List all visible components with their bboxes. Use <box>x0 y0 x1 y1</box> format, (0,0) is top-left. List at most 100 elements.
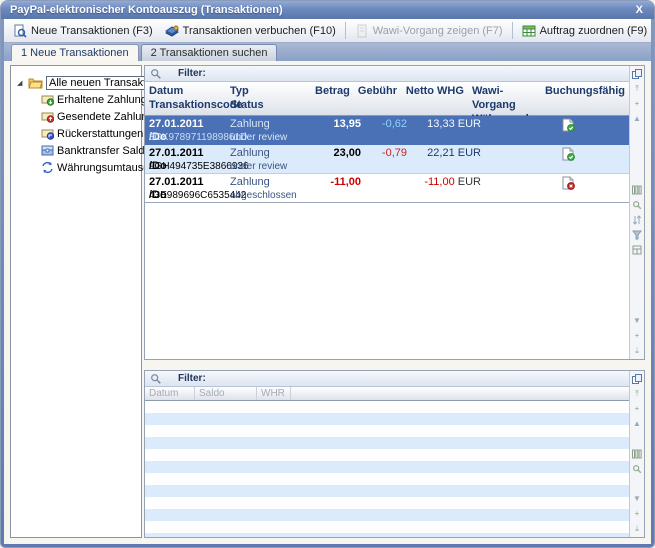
post-transactions-button[interactable]: Transaktionen verbuchen (F10) <box>159 21 342 41</box>
transaction-currency: EUR <box>458 118 481 130</box>
assign-order-button[interactable]: Auftrag zuordnen (F9) <box>516 21 651 41</box>
transaction-wawi <box>485 174 558 202</box>
export-icon[interactable] <box>632 244 643 255</box>
category-tree-panel: ◢ Alle neuen Transaktionen Erhaltene Zah… <box>10 65 142 538</box>
transaction-fee: -0,79 <box>365 145 411 173</box>
balance-empty-rows <box>145 401 629 537</box>
transaction-row-2[interactable]: 27.01.2011 /Do 9GH494735E3866936 Zahlung… <box>145 145 629 174</box>
transaction-date: 27.01.2011 /Do <box>149 176 222 189</box>
currency-exchange-icon <box>41 161 54 174</box>
close-button[interactable]: X <box>634 4 645 16</box>
toolbar-separator <box>512 22 513 39</box>
col-header-wawi-vorgang[interactable]: Wawi-VorgangWährungskurs <box>468 82 541 115</box>
transaction-wawi <box>485 116 558 145</box>
transaction-amount: -11,00 <box>311 174 365 202</box>
transaction-bookable <box>558 174 629 202</box>
banktransfer-balance-icon <box>41 144 54 157</box>
tree-item-currency-exchange[interactable]: Währungsumtausch <box>11 159 141 176</box>
transaction-row-1[interactable]: 27.01.2011 /Do 8CK9789711989861D Zahlung… <box>145 116 629 145</box>
scroll-bottom-icon[interactable]: ⤓ <box>632 345 643 356</box>
scroll-top-icon[interactable]: ⤒ <box>632 83 643 94</box>
bookable-yes-icon <box>562 147 575 161</box>
transaction-net: 22,21 <box>427 147 455 159</box>
tree-item-refunds[interactable]: Rückerstattungen <box>11 125 141 142</box>
transaction-type: Zahlung <box>230 147 307 160</box>
col-header-betrag[interactable]: Betrag <box>304 82 354 115</box>
filter-label: Filter: <box>178 373 206 384</box>
grid-side-toolbar: ⤒ + ▲ ▼ + ⤓ <box>630 371 644 537</box>
transactions-header-row[interactable]: DatumTransaktionscode TypStatus Betrag G… <box>145 82 629 116</box>
bookable-no-icon <box>562 176 575 190</box>
window-title: PayPal-elektronischer Kontoauszug (Trans… <box>10 4 283 16</box>
col-header-filler <box>291 387 629 400</box>
append-row-icon[interactable]: + <box>632 508 643 519</box>
transaction-amount: 23,00 <box>311 145 365 173</box>
col-header-whr[interactable]: WHR <box>257 387 291 400</box>
col-header-buchungsfaehig[interactable]: Buchungsfähig <box>541 82 629 115</box>
filter-funnel-icon[interactable] <box>632 229 643 240</box>
tab-new-transactions-label: 1 Neue Transaktionen <box>21 47 129 59</box>
search-icon[interactable] <box>632 199 643 210</box>
scroll-down-icon[interactable]: ▼ <box>632 493 643 504</box>
balance-filter-row[interactable]: Filter: <box>145 371 629 387</box>
transactions-grid: Filter: DatumTransaktionscode TypStatus … <box>144 65 645 360</box>
assign-order-icon <box>522 24 536 38</box>
tab-strip: 1 Neue Transaktionen 2 Transaktionen suc… <box>4 43 651 61</box>
col-header-typ[interactable]: TypStatus <box>226 82 304 115</box>
transaction-net: 13,33 <box>427 118 455 130</box>
scroll-down-icon[interactable]: ▼ <box>632 315 643 326</box>
scroll-up-icon[interactable]: ▲ <box>632 113 643 124</box>
app-window: PayPal-elektronischer Kontoauszug (Trans… <box>1 1 654 547</box>
transaction-status: under review <box>230 160 307 173</box>
show-erp-process-button: Wawi-Vorgang zeigen (F7) <box>349 21 509 41</box>
content-area: ◢ Alle neuen Transaktionen Erhaltene Zah… <box>4 61 651 544</box>
filter-search-icon <box>150 373 162 385</box>
card-view-icon[interactable] <box>632 184 643 195</box>
add-row-icon[interactable]: + <box>632 98 643 109</box>
scroll-top-icon[interactable]: ⤒ <box>632 388 643 399</box>
column-chooser-icon[interactable] <box>632 68 643 79</box>
transaction-row-3[interactable]: 27.01.2011 /Do 43E989696C6535442 Zahlung… <box>145 174 629 203</box>
window-frame: Neue Transaktionen (F3) Transaktionen ve… <box>4 19 651 544</box>
title-bar[interactable]: PayPal-elektronischer Kontoauszug (Trans… <box>1 1 654 19</box>
tree-item-label: Banktransfer Saldo <box>57 145 151 157</box>
transaction-date: 27.01.2011 /Do <box>149 118 222 131</box>
refunds-icon <box>41 127 54 140</box>
tab-new-transactions[interactable]: 1 Neue Transaktionen <box>11 44 139 61</box>
col-header-datum[interactable]: Datum <box>145 387 195 400</box>
balance-header-row[interactable]: Datum Saldo WHR <box>145 387 629 401</box>
transaction-date: 27.01.2011 /Do <box>149 147 222 160</box>
scroll-bottom-icon[interactable]: ⤓ <box>632 523 643 534</box>
col-header-datum[interactable]: DatumTransaktionscode <box>145 82 226 115</box>
filter-search-icon <box>150 68 162 80</box>
column-chooser-icon[interactable] <box>632 373 643 384</box>
col-header-gebuehr[interactable]: Gebühr <box>354 82 400 115</box>
transaction-type: Zahlung <box>230 176 307 189</box>
card-view-icon[interactable] <box>632 448 643 459</box>
transactions-filter-row[interactable]: Filter: <box>145 66 629 82</box>
post-transactions-icon <box>165 24 179 38</box>
filter-label: Filter: <box>178 68 206 79</box>
transaction-code: 43E989696C6535442 <box>149 189 222 202</box>
tree-item-sent-payments[interactable]: Gesendete Zahlungen <box>11 108 141 125</box>
col-header-netto-whg[interactable]: Netto WHG <box>400 82 468 115</box>
sort-icon[interactable] <box>632 214 643 225</box>
received-payments-icon <box>41 93 54 106</box>
tree-item-banktransfer-balance[interactable]: Banktransfer Saldo <box>11 142 141 159</box>
tree-item-label: Rückerstattungen <box>57 128 143 140</box>
tree-expander-icon[interactable]: ◢ <box>17 79 25 87</box>
transaction-fee <box>365 174 411 202</box>
sent-payments-icon <box>41 110 54 123</box>
add-row-icon[interactable]: + <box>632 403 643 414</box>
append-row-icon[interactable]: + <box>632 330 643 341</box>
tree-item-all-new-transactions[interactable]: ◢ Alle neuen Transaktionen <box>11 74 141 91</box>
grid-empty-area <box>145 203 629 359</box>
search-icon[interactable] <box>632 463 643 474</box>
scroll-up-icon[interactable]: ▲ <box>632 418 643 429</box>
col-header-saldo[interactable]: Saldo <box>195 387 257 400</box>
transaction-fee: -0,62 <box>365 116 411 145</box>
new-transactions-button[interactable]: Neue Transaktionen (F3) <box>7 21 159 41</box>
transaction-wawi <box>485 145 558 173</box>
tab-search-transactions[interactable]: 2 Transaktionen suchen <box>141 44 278 61</box>
tree-item-received-payments[interactable]: Erhaltene Zahlungen <box>11 91 141 108</box>
